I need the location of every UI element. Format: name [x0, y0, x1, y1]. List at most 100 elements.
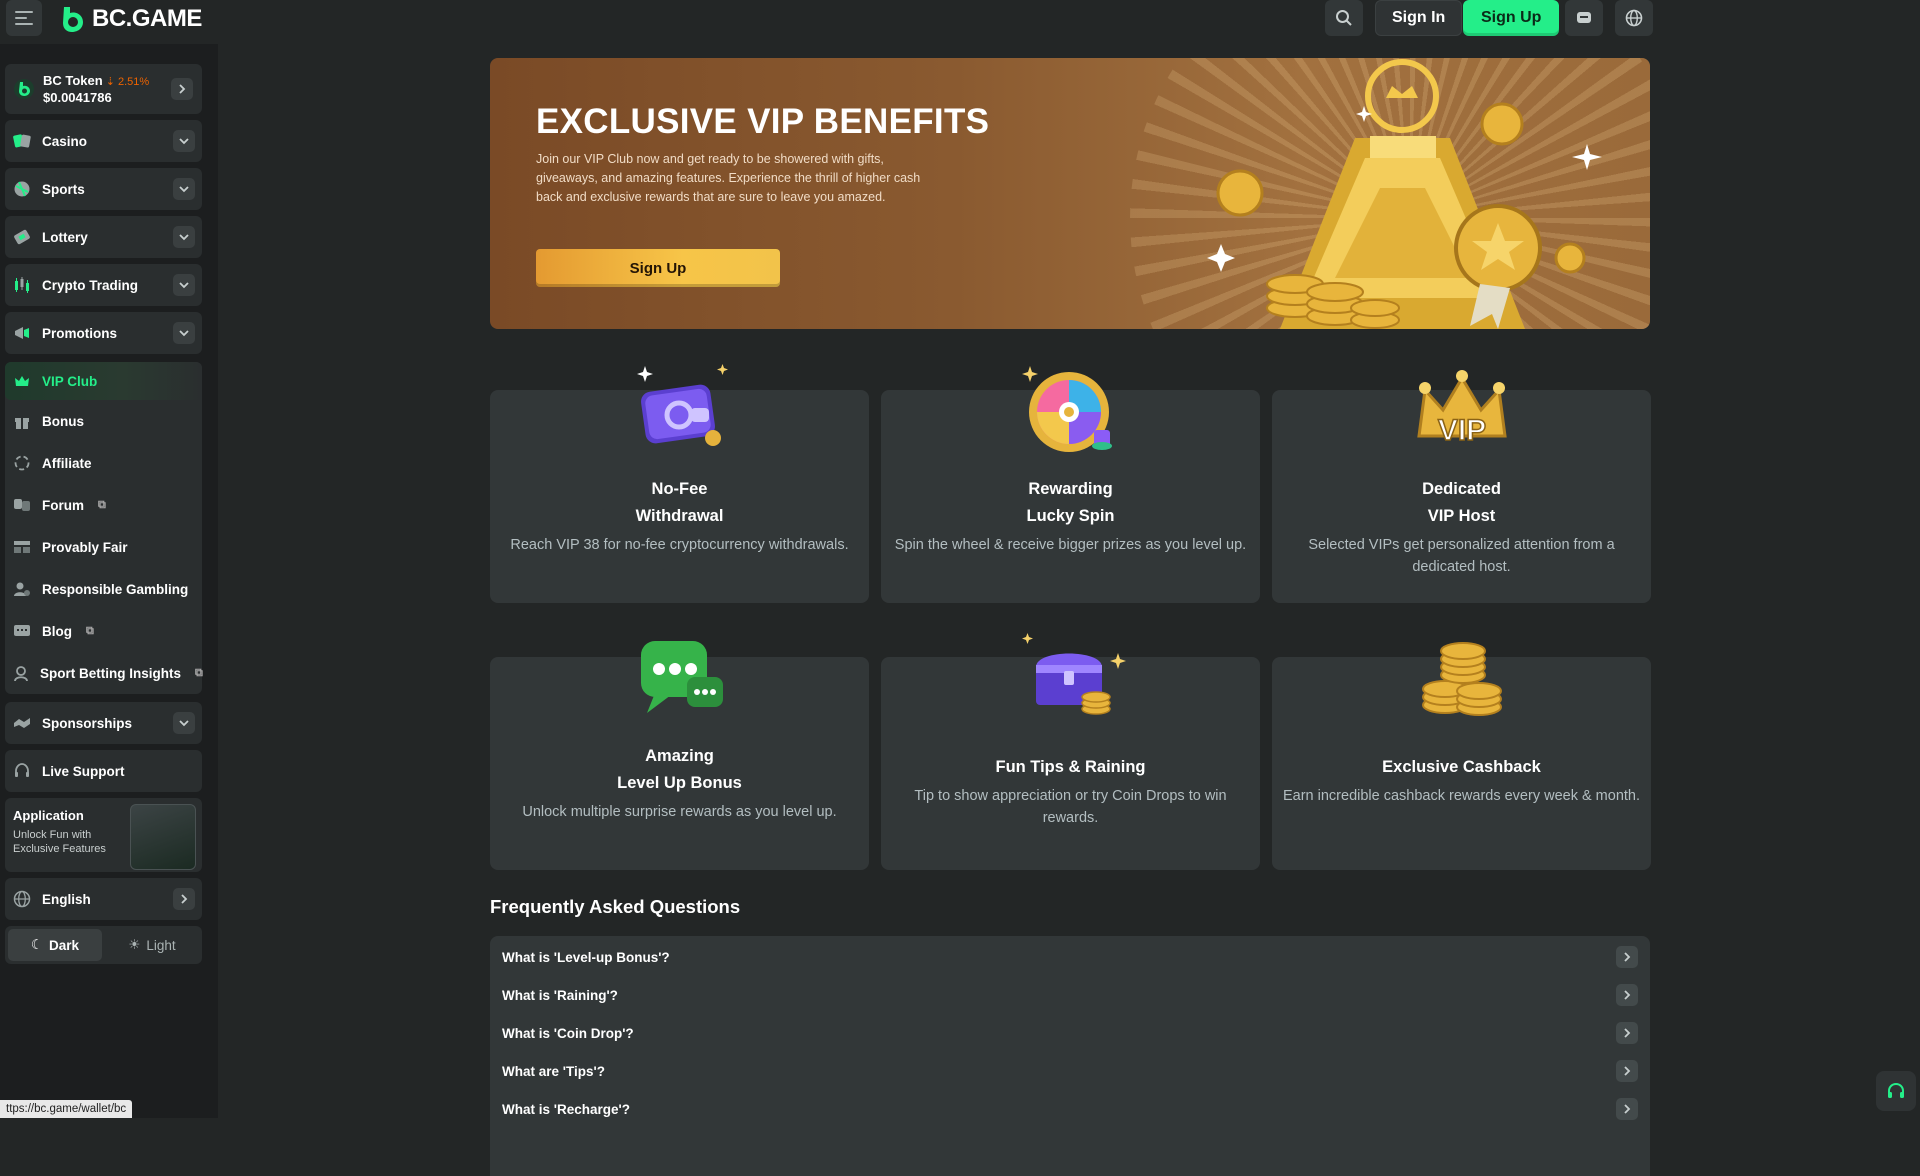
chevron-right-icon[interactable]	[1616, 1060, 1638, 1082]
nav-group-promotions[interactable]: Promotions	[5, 312, 202, 354]
app-phone-image	[130, 804, 196, 870]
sidebar-item-bonus[interactable]: Bonus	[5, 400, 202, 442]
candlestick-chart-icon	[12, 275, 32, 295]
benefit-title: Rewarding Lucky Spin	[881, 476, 1260, 530]
sidebar-item-blog[interactable]: Blog ⧉	[5, 610, 202, 652]
theme-light-button[interactable]: ☀ Light	[105, 929, 199, 961]
token-info: BC Token ⇣ 2.51% $0.0041786	[43, 73, 163, 106]
faq-item[interactable]: What is 'Coin Drop'?	[490, 1014, 1650, 1052]
sidebar-item-label: Live Support	[42, 763, 125, 779]
chevron-down-icon[interactable]	[173, 322, 195, 344]
chevron-down-icon[interactable]	[173, 130, 195, 152]
chevron-down-icon[interactable]	[173, 178, 195, 200]
blog-icon	[12, 621, 32, 641]
faq-item[interactable]: What is 'Level-up Bonus'?	[490, 938, 1650, 976]
sidebar-links: VIP Club Bonus Affiliate Forum ⧉ Provabl…	[5, 362, 203, 694]
benefit-title-line-2: Withdrawal	[635, 507, 724, 525]
headset-icon	[1888, 1082, 1904, 1098]
sidebar-item-label: Crypto Trading	[42, 277, 139, 293]
chevron-right-icon	[179, 84, 186, 94]
benefit-card-vip-host: VIP Dedicated VIP Host Selected VIPs get…	[1272, 370, 1651, 603]
benefit-card-no-fee-withdrawal: No-Fee Withdrawal Reach VIP 38 for no-fe…	[490, 364, 869, 603]
sidebar-item-casino[interactable]: Casino	[5, 120, 202, 162]
live-support-button[interactable]	[1876, 1071, 1916, 1111]
sidebar-item-promotions[interactable]: Promotions	[5, 312, 202, 354]
nav-group-sponsorships[interactable]: Sponsorships	[5, 702, 202, 744]
chevron-right-icon[interactable]	[1616, 984, 1638, 1006]
external-link-icon: ⧉	[98, 498, 106, 511]
sidebar-item-label: VIP Club	[42, 373, 98, 389]
faq-item[interactable]: What is 'Raining'?	[490, 976, 1650, 1014]
sidebar-item-crypto-trading[interactable]: Crypto Trading	[5, 264, 202, 306]
nav-group-casino[interactable]: Casino	[5, 120, 202, 162]
chevron-right-icon[interactable]	[1616, 1022, 1638, 1044]
language-selector[interactable]: English	[5, 878, 202, 920]
faq-list: What is 'Level-up Bonus'? What is 'Raini…	[490, 936, 1650, 1176]
chevron-down-icon[interactable]	[173, 226, 195, 248]
chevron-right-icon[interactable]	[173, 888, 195, 910]
nav-group-crypto-trading[interactable]: Crypto Trading	[5, 264, 202, 306]
svg-text:VIP: VIP	[1437, 414, 1485, 447]
globe-icon	[1625, 9, 1643, 27]
sidebar-item-affiliate[interactable]: Affiliate	[5, 442, 202, 484]
sidebar-item-lottery[interactable]: Lottery	[5, 216, 202, 258]
chat-icon	[1577, 12, 1591, 23]
token-change-value: 2.51%	[118, 75, 150, 88]
benefit-title: Dedicated VIP Host	[1272, 476, 1651, 530]
sidebar-item-label: English	[42, 891, 91, 907]
benefit-description: Tip to show appreciation or try Coin Dro…	[914, 788, 1227, 826]
sidebar-item-vip-club[interactable]: VIP Club	[5, 362, 202, 400]
sidebar-item-live-support[interactable]: Live Support	[5, 750, 202, 792]
sidebar-item-responsible-gambling[interactable]: Responsible Gambling	[5, 568, 202, 610]
sidebar-item-label: Lottery	[42, 229, 88, 245]
affiliate-network-icon	[12, 453, 32, 473]
sidebar-item-provably-fair[interactable]: Provably Fair	[5, 526, 202, 568]
lottery-ticket-icon	[12, 227, 32, 247]
wallet-icon	[636, 364, 728, 446]
benefit-title: Exclusive Cashback	[1382, 758, 1541, 776]
bc-logo-icon	[63, 7, 83, 32]
language-button[interactable]	[1615, 0, 1653, 36]
faq-item[interactable]: What is 'Recharge'?	[490, 1090, 1650, 1128]
sport-betting-insights-label: Sport Betting Insights	[40, 665, 181, 681]
faq-heading: Frequently Asked Questions	[490, 896, 741, 917]
sidebar-item-label: Affiliate	[42, 455, 92, 471]
chevron-right-icon[interactable]	[1616, 946, 1638, 968]
theme-dark-label: Dark	[49, 937, 80, 953]
benefit-card-tips-raining: Fun Tips & Raining Tip to show appreciat…	[881, 633, 1260, 870]
bc-token-widget[interactable]: BC Token ⇣ 2.51% $0.0041786	[5, 64, 202, 114]
sidebar-item-label: Responsible Gambling	[42, 581, 189, 597]
sign-in-button[interactable]: Sign In	[1375, 0, 1463, 36]
brand-logo[interactable]: BC.GAME	[60, 2, 202, 36]
chat-button[interactable]	[1565, 0, 1603, 36]
hero-sign-up-button[interactable]: Sign Up	[536, 249, 780, 287]
forum-label: Forum	[42, 497, 84, 513]
menu-toggle-button[interactable]	[6, 0, 42, 36]
app-promo-subtitle: Unlock Fun with Exclusive Features	[13, 829, 106, 855]
chevron-down-icon[interactable]	[173, 274, 195, 296]
hero-title: EXCLUSIVE VIP BENEFITS	[536, 102, 990, 141]
token-expand-button[interactable]	[171, 78, 193, 100]
faq-question: What are 'Tips'?	[502, 1063, 605, 1079]
sidebar-item-label: Provably Fair	[42, 539, 128, 555]
sidebar-item-sports[interactable]: Sports	[5, 168, 202, 210]
megaphone-icon	[12, 323, 32, 343]
sidebar-item-language[interactable]: English	[5, 878, 202, 920]
nav-group-sports[interactable]: Sports	[5, 168, 202, 210]
sidebar-item-label: Sports	[42, 181, 85, 197]
search-button[interactable]	[1325, 0, 1363, 36]
chevron-right-icon[interactable]	[1616, 1098, 1638, 1120]
faq-question: What is 'Coin Drop'?	[502, 1025, 634, 1041]
app-promo-card[interactable]: Application Unlock Fun with Exclusive Fe…	[5, 798, 202, 872]
sign-up-button[interactable]: Sign Up	[1463, 0, 1560, 36]
nav-group-lottery[interactable]: Lottery	[5, 216, 202, 258]
sidebar-item-sponsorships[interactable]: Sponsorships	[5, 702, 202, 744]
theme-dark-button[interactable]: ☾ Dark	[8, 929, 102, 961]
faq-item[interactable]: What are 'Tips'?	[490, 1052, 1650, 1090]
search-icon	[1336, 10, 1352, 26]
faq-question: What is 'Level-up Bonus'?	[502, 949, 670, 965]
sidebar-item-forum[interactable]: Forum ⧉	[5, 484, 202, 526]
nav-group-live-support[interactable]: Live Support	[5, 750, 202, 792]
chevron-down-icon[interactable]	[173, 712, 195, 734]
sidebar-item-sport-betting-insights[interactable]: Sport Betting Insights ⧉	[5, 652, 203, 694]
